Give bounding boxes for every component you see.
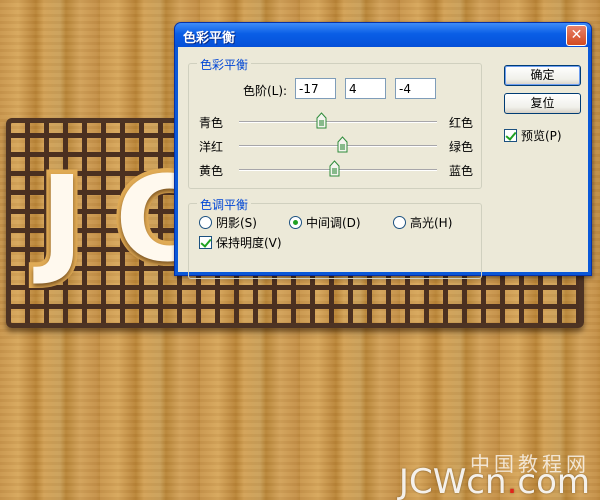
slider-label-yellow: 黄色	[199, 164, 224, 178]
levels-input-magenta-green[interactable]	[345, 78, 386, 99]
dialog-titlebar[interactable]: 色彩平衡 ✕	[175, 23, 591, 47]
radio-highlights-circle[interactable]	[393, 216, 406, 229]
preserve-luminosity-checkbox[interactable]: 保持明度(V)	[199, 234, 282, 251]
slider-thumb-yellow-blue[interactable]	[329, 160, 340, 177]
tone-balance-group-label: 色调平衡	[197, 196, 252, 213]
cookie-letter-j: J	[36, 146, 89, 293]
slider-track-cyan-red[interactable]	[239, 121, 437, 123]
preview-checkbox[interactable]: 预览(P)	[504, 127, 562, 144]
levels-input-yellow-blue[interactable]	[395, 78, 436, 99]
radio-highlights[interactable]: 高光(H)	[393, 214, 452, 231]
slider-label-red: 红色	[448, 116, 473, 130]
radio-midtones-circle[interactable]	[289, 216, 302, 229]
close-icon: ✕	[570, 27, 583, 43]
slider-thumb-magenta-green[interactable]	[337, 136, 348, 153]
watermark-latin-b: com	[517, 462, 590, 500]
slider-label-green: 绿色	[448, 140, 473, 154]
radio-shadows[interactable]: 阴影(S)	[199, 214, 257, 231]
radio-shadows-label: 阴影(S)	[216, 216, 257, 230]
color-balance-group: 色彩平衡 色阶(L): 青色 红色 洋红 绿色 黄色 蓝色	[188, 56, 482, 189]
slider-label-cyan: 青色	[199, 116, 224, 130]
color-balance-dialog: 色彩平衡 ✕ 色彩平衡 色阶(L): 青色 红色 洋红 绿色 黄色 蓝色 色调平…	[174, 22, 592, 279]
slider-label-magenta: 洋红	[199, 140, 224, 154]
radio-midtones-label: 中间调(D)	[306, 216, 361, 230]
preserve-luminosity-check[interactable]	[199, 236, 212, 249]
watermark-latin: JCWcn.com	[399, 462, 590, 500]
slider-label-blue: 蓝色	[448, 164, 473, 178]
radio-highlights-label: 高光(H)	[410, 216, 453, 230]
color-balance-group-label: 色彩平衡	[197, 56, 252, 73]
levels-label: 色阶(L):	[243, 84, 288, 98]
radio-midtones[interactable]: 中间调(D)	[289, 214, 361, 231]
reset-button[interactable]: 复位	[504, 93, 581, 114]
levels-input-cyan-red[interactable]	[295, 78, 336, 99]
tone-balance-group: 色调平衡 阴影(S) 中间调(D) 高光(H) 保持明度(V)	[188, 196, 482, 279]
dialog-title: 色彩平衡	[183, 31, 236, 46]
preserve-luminosity-label: 保持明度(V)	[216, 236, 282, 250]
ok-button[interactable]: 确定	[504, 65, 581, 86]
watermark-dot: .	[506, 462, 518, 500]
slider-thumb-cyan-red[interactable]	[316, 112, 327, 129]
preview-check[interactable]	[504, 129, 517, 142]
dialog-client: 色彩平衡 色阶(L): 青色 红色 洋红 绿色 黄色 蓝色 色调平衡 阴影(S)	[178, 47, 588, 279]
radio-shadows-circle[interactable]	[199, 216, 212, 229]
close-button[interactable]: ✕	[566, 25, 587, 46]
watermark-latin-a: JCWcn	[398, 462, 507, 500]
preview-label: 预览(P)	[521, 129, 562, 143]
